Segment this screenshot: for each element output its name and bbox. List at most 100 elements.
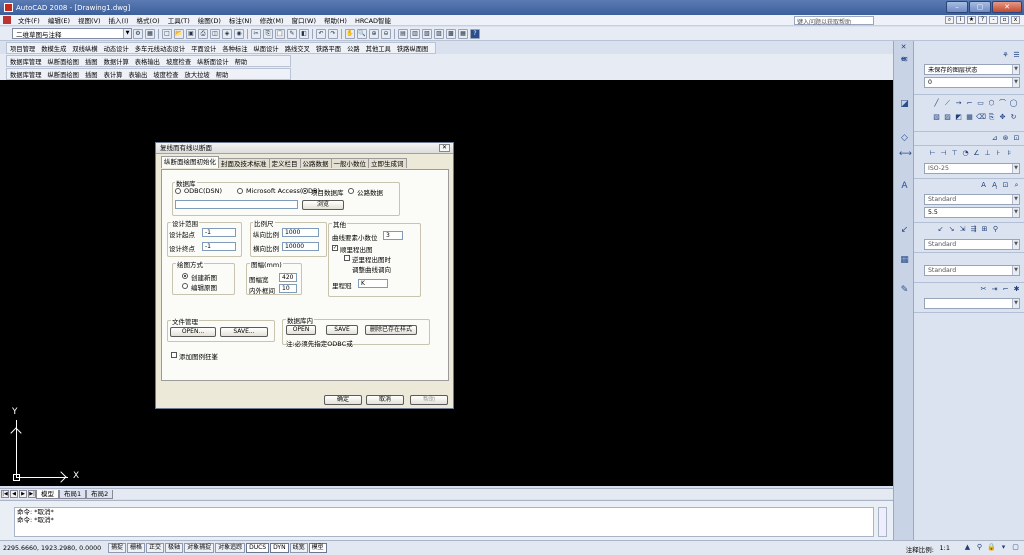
modify-select[interactable]: ▼ bbox=[924, 298, 1020, 309]
workspace-icon[interactable]: ▦ bbox=[145, 28, 155, 39]
design-start-input[interactable]: -1 bbox=[202, 228, 236, 237]
arc-icon[interactable]: ⌒ bbox=[998, 99, 1007, 108]
workspace-select[interactable]: 二维草图与注释 ▼ bbox=[12, 28, 132, 39]
tool-palettes-icon[interactable]: ▧ bbox=[422, 28, 432, 39]
save-icon[interactable]: ▣ bbox=[186, 28, 196, 39]
tab-road-data[interactable]: 公路数据 bbox=[299, 158, 332, 168]
mileage-prefix-input[interactable]: K bbox=[358, 279, 388, 288]
copy-obj-icon[interactable]: ⎘ bbox=[987, 113, 996, 122]
erase-icon[interactable]: ⌫ bbox=[976, 113, 986, 122]
cut-icon[interactable]: ✂ bbox=[251, 28, 261, 39]
linear-dim-icon[interactable]: ⊢ bbox=[928, 149, 937, 158]
continue-dim-icon[interactable]: ⊦ bbox=[994, 149, 1003, 158]
min-doc-icon[interactable]: - bbox=[989, 16, 998, 24]
menu-draw[interactable]: 绘图(D) bbox=[194, 15, 225, 25]
layer-states-icon[interactable]: ☰ bbox=[1012, 51, 1021, 60]
print-icon[interactable]: ⎙ bbox=[198, 28, 208, 39]
workspace-settings-icon[interactable]: ⚙ bbox=[133, 28, 143, 39]
chevron-down-icon[interactable]: ▼ bbox=[1012, 78, 1019, 87]
ctb1-item[interactable]: 其他工具 bbox=[363, 44, 394, 53]
auto-scale-icon[interactable]: ⚲ bbox=[975, 543, 984, 552]
ctb3-item[interactable]: 表计算 bbox=[101, 70, 126, 79]
region-icon[interactable]: ◩ bbox=[954, 113, 963, 122]
ctb1-item[interactable]: 多车元线动态设计 bbox=[132, 44, 188, 53]
ctb2-item[interactable]: 表格输出 bbox=[132, 57, 163, 66]
radius-dim-icon[interactable]: ◔ bbox=[961, 149, 970, 158]
plot-icon[interactable]: ◉ bbox=[234, 28, 244, 39]
new-icon[interactable]: □ bbox=[162, 28, 172, 39]
db-save-button[interactable]: SAVE bbox=[326, 325, 358, 335]
ducs-toggle[interactable]: DUCS bbox=[246, 543, 270, 553]
command-scrollbar[interactable] bbox=[878, 507, 887, 537]
multileader-panel-icon[interactable]: ↙ bbox=[899, 225, 910, 236]
menu-edit[interactable]: 编辑(E) bbox=[44, 15, 74, 25]
ok-button[interactable]: 确定 bbox=[324, 395, 362, 405]
copy-icon[interactable]: ⎘ bbox=[263, 28, 273, 39]
search-icon[interactable]: ⌕ bbox=[945, 16, 954, 24]
menu-hrcad[interactable]: HRCAD智能 bbox=[351, 15, 395, 25]
v-scale-input[interactable]: 1000 bbox=[282, 228, 319, 237]
info-icon[interactable]: i bbox=[956, 16, 965, 24]
align-leader-icon[interactable]: ⇶ bbox=[969, 225, 978, 234]
block-editor-icon[interactable]: ◧ bbox=[299, 28, 309, 39]
3d-orbit-icon[interactable]: ⊛ bbox=[1001, 134, 1010, 143]
remove-leader-icon[interactable]: ⇲ bbox=[958, 225, 967, 234]
explode-icon[interactable]: ✱ bbox=[1012, 285, 1021, 294]
xline-icon[interactable]: → bbox=[954, 99, 963, 108]
dyn-toggle[interactable]: DYN bbox=[270, 543, 289, 553]
ctb1-item[interactable]: 各种标注 bbox=[219, 44, 250, 53]
quick-dim-icon[interactable]: ⊧ bbox=[1005, 149, 1014, 158]
chevron-down-icon[interactable]: ▼ bbox=[1012, 299, 1019, 308]
file-open-button[interactable]: OPEN... bbox=[170, 327, 216, 337]
ctb3-item[interactable]: 纵断面绘图 bbox=[44, 70, 81, 79]
ctb1-item[interactable]: 平面设计 bbox=[188, 44, 219, 53]
chevron-down-icon[interactable]: ▼ bbox=[123, 29, 131, 38]
zoom-realtime-icon[interactable]: 🔍 bbox=[357, 28, 367, 39]
ctb1-item[interactable]: 双线纵横 bbox=[69, 44, 100, 53]
menu-insert[interactable]: 插入(I) bbox=[105, 15, 133, 25]
public-db-radio[interactable] bbox=[348, 188, 354, 194]
create-new-radio[interactable] bbox=[182, 273, 188, 279]
coordinate-readout[interactable]: 2295.6660, 1923.2980, 0.0000 bbox=[3, 545, 108, 552]
db-open-button[interactable]: OPEN bbox=[286, 325, 316, 335]
prev-tab-icon[interactable]: ◀ bbox=[10, 490, 18, 498]
file-save-button[interactable]: SAVE... bbox=[220, 327, 268, 337]
dim-style-select[interactable]: ISO-25 ▼ bbox=[924, 163, 1020, 174]
snap-toggle[interactable]: 捕捉 bbox=[108, 543, 127, 553]
pan-icon[interactable]: ✋ bbox=[345, 28, 355, 39]
otrack-toggle[interactable]: 对象追踪 bbox=[215, 543, 246, 553]
ctb3-item[interactable]: 坡度检查 bbox=[150, 70, 181, 79]
ray-icon[interactable]: ⌐ bbox=[965, 99, 974, 108]
mleader-style-icon[interactable]: ⚲ bbox=[991, 225, 1000, 234]
3d-view-icon[interactable]: ⊡ bbox=[1012, 134, 1021, 143]
minimize-button[interactable]: – bbox=[946, 1, 968, 13]
rotate-icon[interactable]: ↻ bbox=[1009, 113, 1018, 122]
ctb2-item[interactable]: 纵断面绘图 bbox=[44, 57, 81, 66]
fillet-icon[interactable]: ⌐ bbox=[1001, 285, 1010, 294]
ctb1-item[interactable]: 动态设计 bbox=[101, 44, 132, 53]
help-toolbar-icon[interactable]: ? bbox=[470, 28, 480, 39]
layers-panel-icon[interactable]: ≋ bbox=[899, 55, 910, 66]
help-button[interactable]: 帮助 bbox=[410, 395, 448, 405]
chevron-down-icon[interactable]: ▼ bbox=[1012, 240, 1019, 249]
ctb3-item[interactable]: 数据库管理 bbox=[7, 70, 44, 79]
hatch-icon[interactable]: ▧ bbox=[932, 113, 941, 122]
database-path-input[interactable] bbox=[175, 200, 298, 209]
restore-doc-icon[interactable]: ▫ bbox=[1000, 16, 1009, 24]
table-panel-icon[interactable]: ▦ bbox=[899, 255, 910, 266]
tab-cover[interactable]: 封面及技术标准 bbox=[218, 158, 270, 168]
aligned-dim-icon[interactable]: ⊣ bbox=[939, 149, 948, 158]
circle-icon[interactable]: ◯ bbox=[1009, 99, 1018, 108]
menu-format[interactable]: 格式(O) bbox=[133, 15, 164, 25]
layer-state-select[interactable]: 未保存的图层状态 ▼ bbox=[924, 64, 1020, 75]
mtext-icon[interactable]: A bbox=[979, 181, 988, 190]
text-panel-icon[interactable]: A bbox=[899, 181, 910, 192]
3d-tool-icon[interactable]: ⊿ bbox=[990, 134, 999, 143]
draw-panel-icon[interactable]: ◪ bbox=[899, 99, 910, 110]
ctb1-item[interactable]: 公路 bbox=[344, 44, 363, 53]
ctb2-item[interactable]: 坡度检查 bbox=[163, 57, 194, 66]
ctb1-item[interactable]: 项目管理 bbox=[7, 44, 38, 53]
layer-select[interactable]: 0 ▼ bbox=[924, 77, 1020, 88]
project-db-radio[interactable] bbox=[302, 188, 308, 194]
ctb2-item[interactable]: 帮助 bbox=[232, 57, 251, 66]
